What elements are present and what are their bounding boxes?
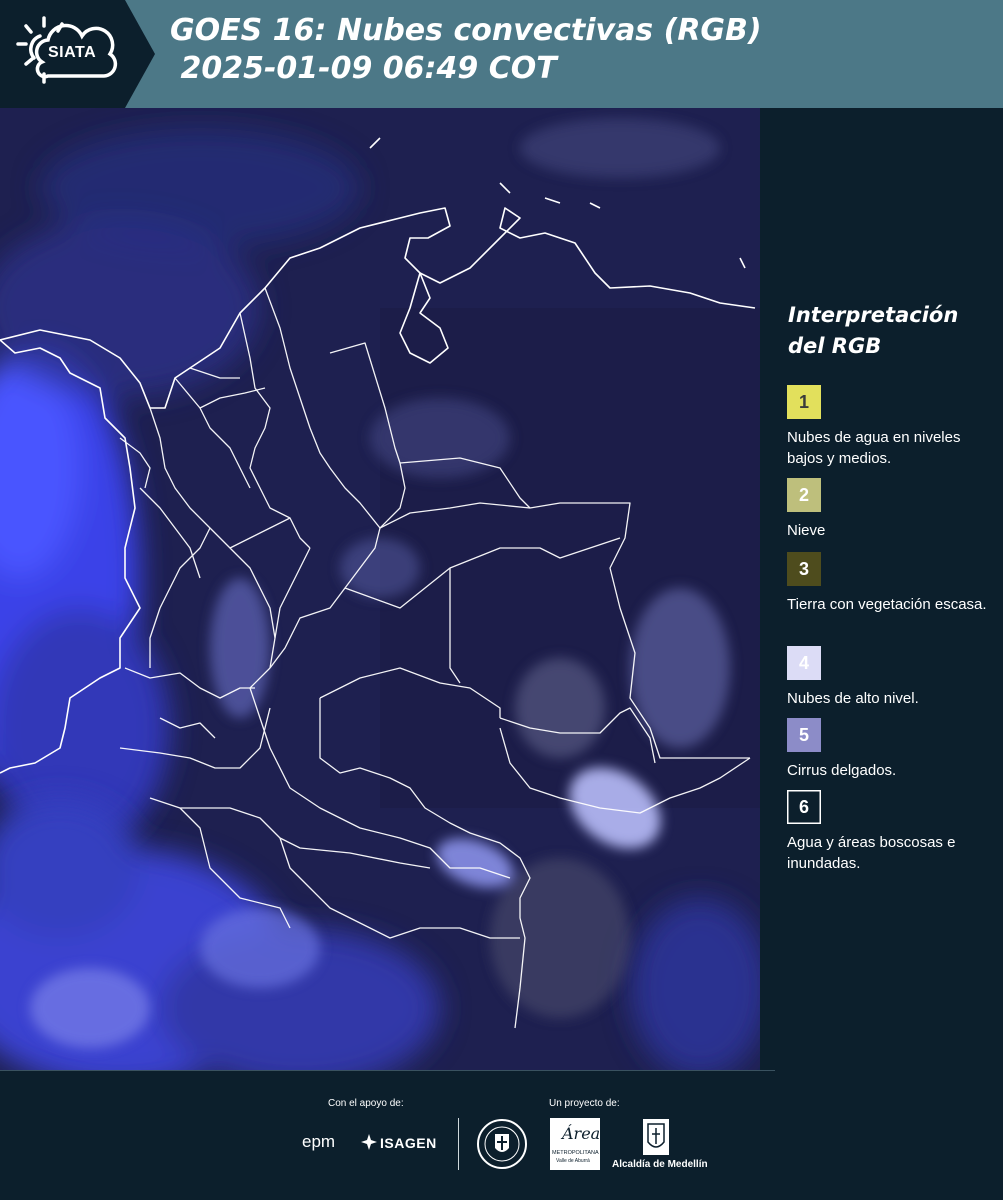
title-line-2: 2025-01-09 06:49 COT xyxy=(170,51,557,86)
satellite-map xyxy=(0,108,760,1070)
legend-item-5: 5 Cirrus delgados. xyxy=(787,718,992,781)
siata-logo: SIATA xyxy=(0,0,155,108)
legend-item-1: 1 Nubes de agua en niveles bajos y medio… xyxy=(787,385,992,469)
isagen-logo: ISAGEN xyxy=(380,1135,437,1151)
support-label: Con el apoyo de: xyxy=(328,1098,404,1109)
footer-rule xyxy=(0,1070,775,1071)
project-label: Un proyecto de: xyxy=(549,1098,620,1109)
area-logo-line2: Valle de Aburrá xyxy=(556,1158,590,1164)
area-logo-script: Área xyxy=(562,1124,601,1143)
legend-label-1: Nubes de agua en niveles bajos y medios. xyxy=(787,429,961,467)
header-bar: SIATA GOES 16: Nubes convectivas (RGB) 2… xyxy=(0,0,1003,108)
legend-label-2: Nieve xyxy=(787,522,826,539)
logo-text: SIATA xyxy=(48,44,97,61)
legend-label-3: Tierra con vegetación escasa. xyxy=(787,596,987,613)
footer-divider xyxy=(458,1118,459,1170)
title-line-1: GOES 16: Nubes convectivas (RGB) xyxy=(170,13,762,48)
legend-item-2: 2 Nieve xyxy=(787,478,992,541)
legend-swatch-4: 4 xyxy=(787,646,821,680)
legend-swatch-6: 6 xyxy=(787,790,821,824)
legend-item-4: 4 Nubes de alto nivel. xyxy=(787,646,992,709)
alcaldia-label: Alcaldía de Medellín xyxy=(612,1159,708,1170)
area-metropolitana-logo: Área METROPOLITANA Valle de Aburrá xyxy=(550,1118,600,1170)
footer: Con el apoyo de: Un proyecto de: epm ISA… xyxy=(0,1070,1003,1200)
epm-logo: epm xyxy=(302,1132,336,1151)
legend-swatch-5: 5 xyxy=(787,718,821,752)
page-title: GOES 16: Nubes convectivas (RGB) 2025-01… xyxy=(170,12,762,88)
medellin-seal-icon xyxy=(477,1119,527,1169)
isagen-star-icon xyxy=(361,1134,377,1150)
legend-label-4: Nubes de alto nivel. xyxy=(787,690,919,707)
alcaldia-crest-icon xyxy=(643,1119,669,1155)
legend-title: Interpretación del RGB xyxy=(788,303,959,358)
satellite-image xyxy=(0,108,760,1070)
area-logo-line1: METROPOLITANA xyxy=(552,1150,599,1156)
legend-label-5: Cirrus delgados. xyxy=(787,762,897,779)
legend-item-3: 3 Tierra con vegetación escasa. xyxy=(787,552,992,615)
legend-item-6: 6 Agua y áreas boscosas e inundadas. xyxy=(787,790,992,874)
legend-swatch-1: 1 xyxy=(787,385,821,419)
legend-label-6: Agua y áreas boscosas e inundadas. xyxy=(787,834,956,872)
legend-swatch-2: 2 xyxy=(787,478,821,512)
legend-panel: Interpretación del RGB 1 Nubes de agua e… xyxy=(760,108,1003,1070)
legend-swatch-3: 3 xyxy=(787,552,821,586)
